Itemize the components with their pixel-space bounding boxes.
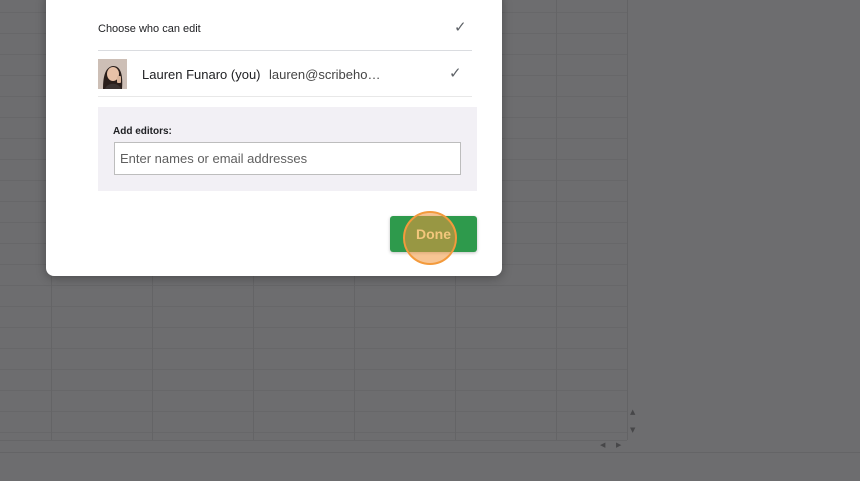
add-editors-label: Add editors: <box>113 126 172 137</box>
done-button[interactable] <box>390 216 477 252</box>
editor-name: Lauren Funaro (you) <box>142 67 261 82</box>
add-editors-panel: Add editors: <box>98 107 477 191</box>
avatar <box>98 59 127 89</box>
edit-permissions-dialog: Choose who can edit ✓ Lauren Funaro (you… <box>46 0 502 276</box>
editor-email: lauren@scribeho… <box>269 67 381 82</box>
checkmark-icon: ✓ <box>449 64 462 82</box>
add-editors-input[interactable] <box>114 142 461 175</box>
checkmark-icon: ✓ <box>454 18 467 36</box>
choose-who-can-edit-row[interactable]: Choose who can edit ✓ <box>98 8 472 51</box>
editor-row-current-user[interactable]: Lauren Funaro (you) lauren@scribeho… ✓ <box>98 51 472 97</box>
choose-who-can-edit-label: Choose who can edit <box>98 23 201 35</box>
